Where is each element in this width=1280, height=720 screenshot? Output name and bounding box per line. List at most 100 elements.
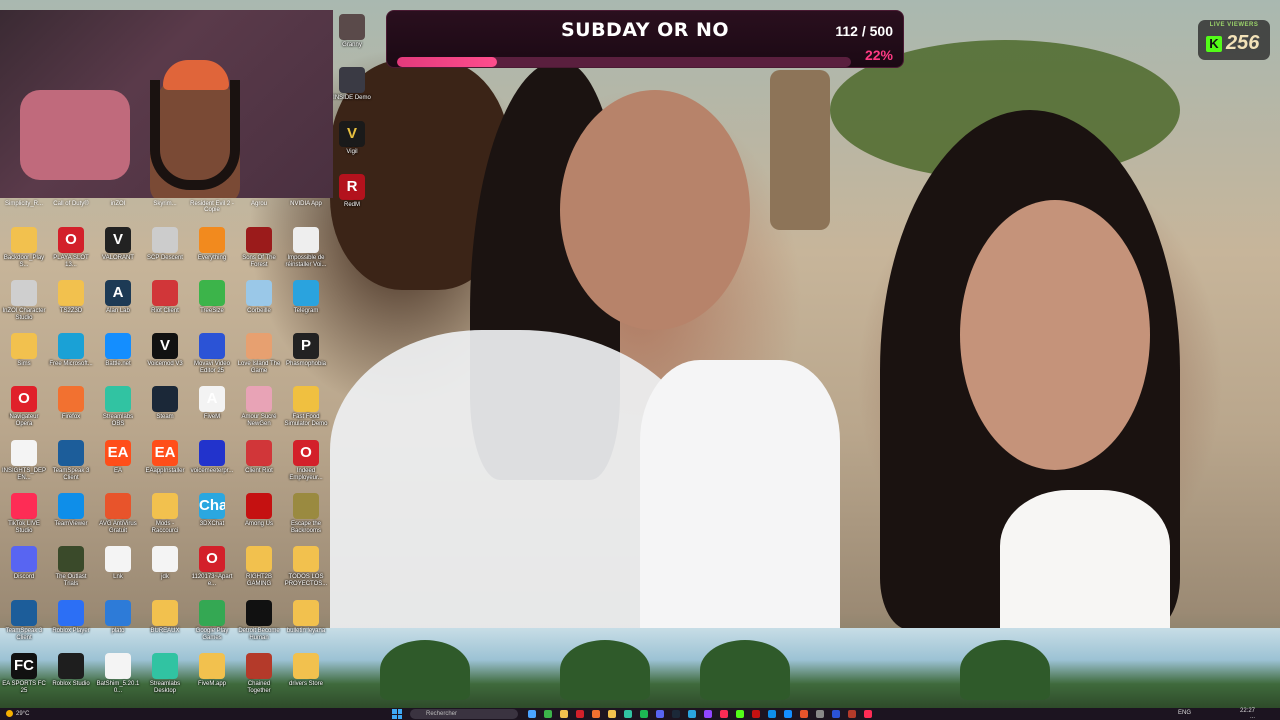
desktop-icon[interactable]: Firefox [49,386,93,438]
desktop-icon-label[interactable]: Simplicity_R... [0,201,50,213]
taskview-icon[interactable] [528,710,536,718]
desktop-icon[interactable]: V Vigil [333,121,371,173]
desktop-icon[interactable]: INSIGHTS_DEPEN... [2,440,46,492]
streamlabs-taskbar-icon[interactable] [624,710,632,718]
taskbar-search[interactable]: Rechercher [410,709,518,719]
telegram-taskbar-icon[interactable] [688,710,696,718]
desktop-icon-label[interactable]: Resident Evil 2 - Copie [186,201,238,213]
weather-widget[interactable]: 29°C [6,710,29,717]
desktop-icon[interactable]: Granny [333,14,371,66]
app-taskbar-icon[interactable] [784,710,792,718]
desktop-icon[interactable]: R RedM [333,174,371,226]
desktop-icon[interactable]: Movavi Video Editor 25 [190,333,234,385]
desktop-icon[interactable]: Escape the Backrooms [284,493,328,545]
desktop-icon-label[interactable]: inZOI [92,201,144,213]
widgets-icon[interactable] [544,710,552,718]
discord-taskbar-icon[interactable] [656,710,664,718]
app-taskbar-icon[interactable] [800,710,808,718]
desktop-icon[interactable]: EA EA [96,440,140,492]
desktop-icon[interactable]: Backdoor_PlayS... [2,227,46,279]
desktop-icon[interactable]: Battle.net [96,333,140,385]
desktop-icon[interactable]: Streamlabs OBS [96,386,140,438]
desktop-icon[interactable]: Among Us [237,493,281,545]
system-clock[interactable]: 22:27... [1240,708,1255,720]
desktop-icon[interactable]: The Outlast Trials [49,546,93,598]
desktop-icon[interactable]: FC EA SPORTS FC 25 [2,653,46,705]
desktop-icon[interactable]: Mods - Raccourci [143,493,187,545]
kick-taskbar-icon[interactable] [736,710,744,718]
desktop-icon[interactable]: A Alan Lab [96,280,140,332]
desktop-icon[interactable]: TeamSpeak 3 Client [49,440,93,492]
desktop-icon[interactable]: TreeSize [190,280,234,332]
desktop-icon-label[interactable]: NVIDIA App [280,201,332,213]
desktop-icon[interactable]: plato [96,600,140,652]
desktop-icon[interactable]: bulletin leyana [284,600,328,652]
desktop-icon-label[interactable]: Skyrim... [139,201,191,213]
desktop-icon[interactable]: InZOI Character Studio [2,280,46,332]
desktop-icon[interactable]: Detroit Become Human [237,600,281,652]
app-taskbar-icon[interactable] [832,710,840,718]
desktop-icon[interactable]: FiveM.app [190,653,234,705]
desktop-icon[interactable]: Impossible de réinstaller Voi... [284,227,328,279]
firefox-taskbar-icon[interactable] [592,710,600,718]
desktop-icon[interactable]: P Phasmophobia [284,333,328,385]
desktop-icon[interactable]: Riot Client [143,280,187,332]
desktop-icon[interactable]: Love Island The Game [237,333,281,385]
desktop-icon[interactable]: Corbeille [237,280,281,332]
desktop-icon[interactable]: O 1120173~Aparte... [190,546,234,598]
desktop-icon[interactable]: Everything [190,227,234,279]
language-indicator[interactable]: ENG [1178,710,1191,716]
desktop-icon[interactable]: jdk [143,546,187,598]
desktop-icon[interactable]: TeamViewer [49,493,93,545]
desktop-icon[interactable]: voicemeeterpr... [190,440,234,492]
desktop-icon[interactable]: EA EAappInstaller [143,440,187,492]
file-explorer-icon[interactable] [560,710,568,718]
desktop-icon[interactable]: Sons Of The Forest [237,227,281,279]
desktop-icon[interactable]: TODOS LOS PROYECTOS... [284,546,328,598]
desktop-icon[interactable]: INSIDE Demo [333,67,371,119]
desktop-icon[interactable]: Chained Together [237,653,281,705]
app-taskbar-icon[interactable] [816,710,824,718]
desktop-icon[interactable]: SCP Descent [143,227,187,279]
desktop-icon[interactable]: Steam [143,386,187,438]
steam-taskbar-icon[interactable] [672,710,680,718]
desktop-icon-label[interactable]: Agrou [233,201,285,213]
spotify-taskbar-icon[interactable] [640,710,648,718]
desktop-icon[interactable]: V VALORANT [96,227,140,279]
desktop-icon[interactable]: BatShim_5.20.10... [96,653,140,705]
desktop-icon[interactable]: Roblox Studio [49,653,93,705]
app-taskbar-icon[interactable] [864,710,872,718]
desktop-icon[interactable]: V Voicemod V3 [143,333,187,385]
desktop-icon[interactable]: AVG AntiVirus Gratuit [96,493,140,545]
desktop-icon[interactable]: O Indeed Employeur... [284,440,328,492]
desktop-icon[interactable]: Telegram [284,280,328,332]
desktop-icon[interactable]: drivers Store [284,653,328,705]
desktop-icon[interactable]: TikTok LIVE Studio [2,493,46,545]
desktop-icon[interactable]: A FiveM [190,386,234,438]
desktop-icon[interactable]: TeamSpeak 3 Client [2,600,46,652]
desktop-icon[interactable]: Amour Sucré NewGen [237,386,281,438]
desktop-icon[interactable]: Sims [2,333,46,385]
desktop-icon[interactable]: Chat 3DXChat [190,493,234,545]
folder-taskbar-icon[interactable] [608,710,616,718]
desktop-icon[interactable]: O Navigateur Opera [2,386,46,438]
desktop-icon[interactable]: Discord [2,546,46,598]
desktop-icon-label[interactable]: Call of Duty® [45,201,97,213]
desktop-icon[interactable]: Google Play Games [190,600,234,652]
desktop-icon[interactable]: O PLAYA SLOT 13... [49,227,93,279]
app-taskbar-icon[interactable] [768,710,776,718]
desktop-icon[interactable]: Streamlabs Desktop [143,653,187,705]
start-button[interactable] [392,709,402,719]
desktop-icon[interactable]: Fast Food Simulator Demo [284,386,328,438]
desktop-icon[interactable]: Free Microsoft... [49,333,93,385]
desktop-icon[interactable]: TS2Z3D [49,280,93,332]
desktop-icon[interactable]: Roblox Player [49,600,93,652]
desktop-icon[interactable]: Lnk [96,546,140,598]
desktop-icon[interactable]: Client Riot [237,440,281,492]
tiktok-taskbar-icon[interactable] [720,710,728,718]
desktop-icon[interactable]: RIGHT2B GAMING [237,546,281,598]
twitch-taskbar-icon[interactable] [704,710,712,718]
opera-taskbar-icon[interactable] [576,710,584,718]
app-taskbar-icon[interactable] [752,710,760,718]
app-taskbar-icon[interactable] [848,710,856,718]
